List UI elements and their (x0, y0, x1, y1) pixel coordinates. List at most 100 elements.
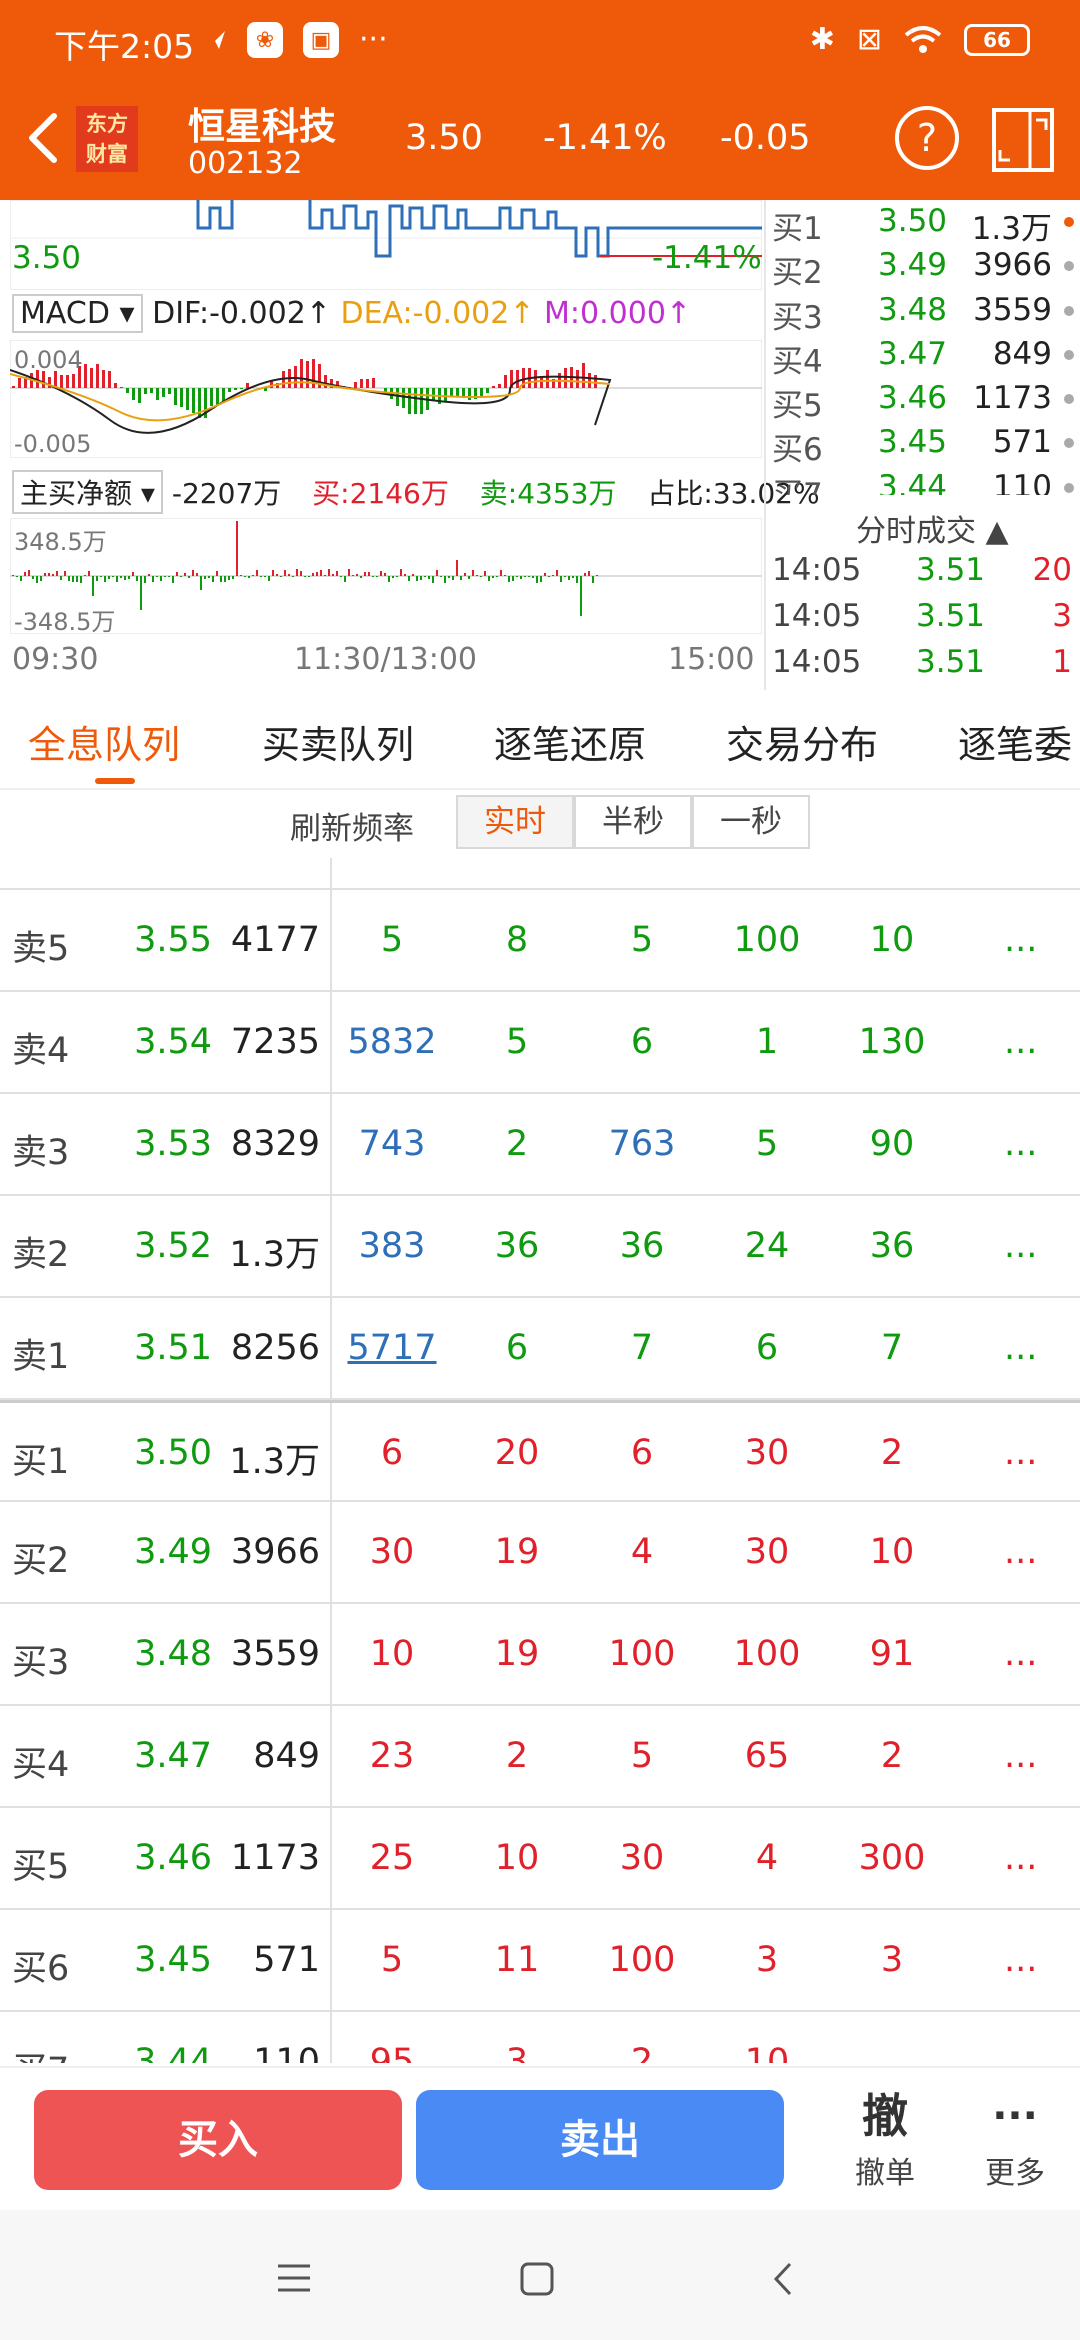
more-button[interactable]: ··· 更多 (950, 2084, 1080, 2204)
queue-order[interactable]: 36 (620, 1226, 665, 1266)
queue-order[interactable]: 3 (506, 2042, 528, 2063)
tab-3[interactable]: 交易分布 (726, 714, 878, 769)
queue-order[interactable]: 36 (495, 1226, 540, 1266)
queue-more-button[interactable]: ... (1004, 1328, 1037, 1368)
queue-order[interactable]: 30 (745, 1433, 790, 1473)
queue-order[interactable]: 5 (631, 920, 653, 960)
queue-order[interactable]: 7 (881, 1328, 903, 1368)
macd-selector[interactable]: MACD ▾ (12, 294, 143, 333)
order-book-row[interactable]: 买1 3.50 1.3万 (768, 205, 1080, 247)
queue-order[interactable]: 90 (870, 1124, 915, 1164)
fullscreen-icon[interactable] (990, 106, 1056, 174)
queue-order[interactable]: 5 (631, 1736, 653, 1776)
queue-order[interactable]: 19 (495, 1532, 540, 1572)
queue-order[interactable]: 5717 (347, 1328, 436, 1368)
queue-order[interactable]: 7 (631, 1328, 653, 1368)
cancel-order-button[interactable]: 撤 撤单 (820, 2084, 950, 2204)
queue-order[interactable]: 2 (631, 2042, 653, 2063)
order-book-row[interactable]: 买4 3.47 849 (768, 334, 1080, 380)
queue-more-button[interactable]: ... (1004, 1940, 1037, 1980)
queue-order[interactable]: 8 (506, 920, 528, 960)
queue-row[interactable]: 买6 3.45 571 5 11 100 3 3... (0, 1910, 1080, 2012)
queue-order[interactable]: 65 (745, 1736, 790, 1776)
queue-order[interactable]: 6 (631, 1022, 653, 1062)
queue-order[interactable]: 100 (609, 1940, 676, 1980)
back-nav-icon[interactable] (770, 2260, 796, 2298)
queue-order[interactable]: 3 (756, 1940, 778, 1980)
refresh-option-1[interactable]: 半秒 (574, 795, 692, 849)
queue-row[interactable]: 卖4 3.54 7235 5832 5 6 1 130... (0, 992, 1080, 1094)
order-book-row[interactable]: 买2 3.49 3966 (768, 245, 1080, 291)
queue-order[interactable]: 5 (381, 1940, 403, 1980)
order-book-row[interactable]: 买7 3.44 110 (768, 467, 1080, 495)
queue-order[interactable]: 5 (381, 920, 403, 960)
tick-trades-title[interactable]: 分时成交 ▲ (856, 506, 1009, 550)
queue-order[interactable]: 19 (495, 1634, 540, 1674)
queue-order[interactable]: 10 (870, 920, 915, 960)
queue-order[interactable]: 743 (359, 1124, 426, 1164)
queue-order[interactable]: 95 (370, 2042, 415, 2063)
queue-order[interactable]: 20 (495, 1433, 540, 1473)
buy-button[interactable]: 买入 (34, 2090, 402, 2190)
queue-order[interactable]: 100 (734, 1634, 801, 1674)
queue-order[interactable]: 5 (506, 1022, 528, 1062)
queue-more-button[interactable]: ... (1004, 920, 1037, 960)
queue-order[interactable]: 6 (506, 1328, 528, 1368)
queue-order[interactable]: 10 (370, 1634, 415, 1674)
queue-order[interactable]: 2 (881, 1736, 903, 1776)
queue-order[interactable]: 6 (631, 1433, 653, 1473)
queue-row[interactable]: 卖2 3.52 1.3万 383 36 36 24 36... (0, 1196, 1080, 1298)
queue-row[interactable]: 买7 3.44 110 95 3 2 10 (0, 2012, 1080, 2063)
queue-order[interactable]: 11 (495, 1940, 540, 1980)
queue-more-button[interactable]: ... (1004, 1634, 1037, 1674)
queue-order[interactable]: 100 (609, 1634, 676, 1674)
queue-order[interactable]: 5832 (347, 1022, 436, 1062)
tab-1[interactable]: 买卖队列 (262, 714, 414, 769)
queue-more-button[interactable]: ... (1004, 1022, 1037, 1062)
order-book-row[interactable]: 买6 3.45 571 (768, 422, 1080, 468)
queue-order[interactable]: 30 (370, 1532, 415, 1572)
queue-row[interactable]: 买5 3.46 1173 25 10 30 4 300... (0, 1808, 1080, 1910)
queue-row[interactable]: 买1 3.50 1.3万 6 20 6 30 2... (0, 1400, 1080, 1502)
queue-more-button[interactable]: ... (1004, 1433, 1037, 1473)
queue-order[interactable]: 3 (881, 1940, 903, 1980)
order-book-row[interactable]: 买5 3.46 1173 (768, 378, 1080, 424)
queue-order[interactable]: 6 (756, 1328, 778, 1368)
queue-order[interactable]: 130 (859, 1022, 926, 1062)
tab-4[interactable]: 逐笔委 (958, 714, 1072, 769)
queue-row[interactable]: 卖3 3.53 8329 743 2 763 5 90... (0, 1094, 1080, 1196)
queue-more-button[interactable]: ... (1004, 1736, 1037, 1776)
tab-2[interactable]: 逐笔还原 (494, 714, 646, 769)
queue-order[interactable]: 5 (756, 1124, 778, 1164)
queue-row[interactable]: 卖5 3.55 4177 5 8 5 100 10... (0, 890, 1080, 992)
queue-more-button[interactable]: ... (1004, 1532, 1037, 1572)
queue-order[interactable]: 23 (370, 1736, 415, 1776)
queue-more-button[interactable]: ... (1004, 1124, 1037, 1164)
back-icon[interactable] (20, 108, 70, 168)
queue-order[interactable]: 6 (381, 1433, 403, 1473)
menu-icon[interactable] (276, 2262, 312, 2294)
queue-order[interactable]: 100 (734, 920, 801, 960)
queue-order[interactable]: 2 (506, 1736, 528, 1776)
queue-order[interactable]: 10 (495, 1838, 540, 1878)
tab-0[interactable]: 全息队列 (28, 714, 180, 769)
queue-row[interactable]: 买3 3.48 3559 10 19 100 100 91... (0, 1604, 1080, 1706)
queue-row[interactable]: 买2 3.49 3966 30 19 4 30 10... (0, 1502, 1080, 1604)
queue-order[interactable]: 36 (870, 1226, 915, 1266)
queue-order[interactable]: 4 (756, 1838, 778, 1878)
queue-order[interactable]: 10 (870, 1532, 915, 1572)
queue-order[interactable]: 300 (859, 1838, 926, 1878)
queue-order[interactable]: 10 (745, 2042, 790, 2063)
stock-name[interactable]: 恒星科技 (188, 96, 336, 150)
queue-order[interactable]: 30 (745, 1532, 790, 1572)
queue-row[interactable]: 买4 3.47 849 23 2 5 65 2... (0, 1706, 1080, 1808)
queue-row[interactable]: 卖1 3.51 8256 5717 6 7 6 7... (0, 1298, 1080, 1400)
order-book-row[interactable]: 买3 3.48 3559 (768, 290, 1080, 336)
home-icon[interactable] (520, 2262, 554, 2296)
flow-selector[interactable]: 主买净额 ▾ (12, 470, 163, 514)
queue-order[interactable]: 25 (370, 1838, 415, 1878)
queue-more-button[interactable]: ... (1004, 1226, 1037, 1266)
queue-order[interactable]: 30 (620, 1838, 665, 1878)
queue-order[interactable]: 91 (870, 1634, 915, 1674)
queue-order[interactable]: 24 (745, 1226, 790, 1266)
